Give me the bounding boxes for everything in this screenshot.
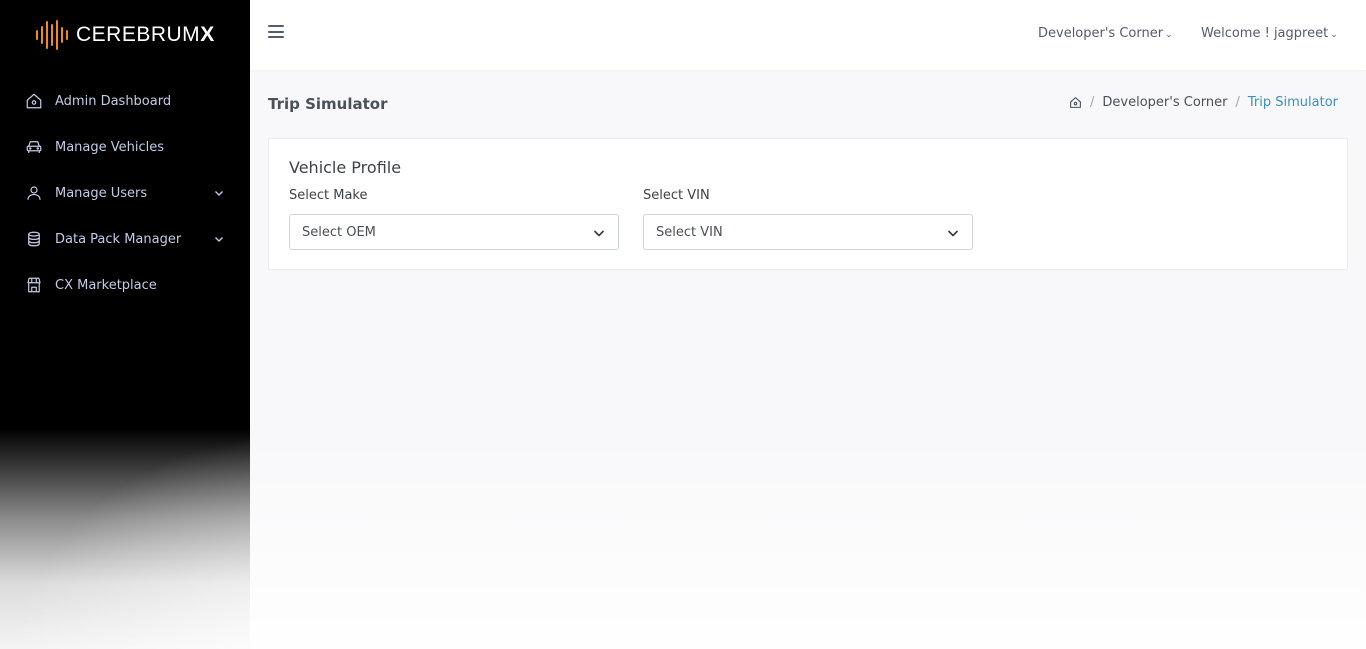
select-vin-label: Select VIN xyxy=(643,188,710,203)
sidebar-item-label: Manage Vehicles xyxy=(55,139,165,155)
sidebar-item-label: Manage Users xyxy=(55,185,148,201)
chevron-down-icon xyxy=(215,237,223,242)
breadcrumb-separator: / xyxy=(1235,95,1240,110)
vehicle-profile-card: Vehicle Profile Select Make Select OEM S… xyxy=(268,138,1348,270)
store-icon xyxy=(25,276,43,294)
card-title: Vehicle Profile xyxy=(289,158,402,177)
home-icon xyxy=(25,92,43,110)
select-make-dropdown[interactable]: Select OEM xyxy=(289,214,619,250)
page-title: Trip Simulator xyxy=(268,95,388,113)
sidebar-nav: Admin Dashboard Manage Vehicles Manage U… xyxy=(0,78,250,308)
user-menu-label: Welcome ! jagpreet xyxy=(1201,26,1329,41)
menu-toggle-icon[interactable] xyxy=(268,25,284,41)
sidebar-item-data-pack-manager[interactable]: Data Pack Manager xyxy=(0,216,250,262)
select-make-value: Select OEM xyxy=(302,224,376,240)
select-vin-value: Select VIN xyxy=(656,224,723,240)
topbar: Developer's Corner ⌄ Welcome ! jagpreet ⌄ xyxy=(250,0,1366,70)
breadcrumb-item-active: Trip Simulator xyxy=(1247,95,1338,110)
chevron-down-icon: ⌄ xyxy=(1330,30,1338,40)
user-menu-dropdown[interactable]: Welcome ! jagpreet ⌄ xyxy=(1201,26,1338,41)
breadcrumb-item[interactable]: Developer's Corner xyxy=(1102,95,1227,110)
logo-text: CEREBRUMX xyxy=(76,23,215,46)
sidebar-item-label: Admin Dashboard xyxy=(55,93,172,109)
select-vin-dropdown[interactable]: Select VIN xyxy=(643,214,973,250)
sidebar-item-admin-dashboard[interactable]: Admin Dashboard xyxy=(0,78,250,124)
chevron-down-icon: ⌄ xyxy=(1165,30,1173,40)
brand-logo[interactable]: CEREBRUMX xyxy=(36,18,215,52)
logo-mark-icon xyxy=(36,20,68,50)
sidebar-item-label: Data Pack Manager xyxy=(55,231,182,247)
sidebar-item-manage-users[interactable]: Manage Users xyxy=(0,170,250,216)
developers-corner-label: Developer's Corner xyxy=(1038,26,1164,41)
car-icon xyxy=(25,138,43,156)
sidebar: CEREBRUMX Admin Dashboard Manage Vehicle… xyxy=(0,0,250,649)
chevron-down-icon xyxy=(215,191,223,196)
sidebar-item-label: CX Marketplace xyxy=(55,277,157,293)
user-icon xyxy=(25,184,43,202)
home-icon[interactable] xyxy=(1069,96,1082,109)
developers-corner-dropdown[interactable]: Developer's Corner ⌄ xyxy=(1038,26,1173,41)
breadcrumb: / Developer's Corner / Trip Simulator xyxy=(1069,95,1338,110)
select-make-label: Select Make xyxy=(289,188,368,203)
database-icon xyxy=(25,230,43,248)
chevron-down-icon xyxy=(947,230,959,237)
sidebar-item-cx-marketplace[interactable]: CX Marketplace xyxy=(0,262,250,308)
breadcrumb-separator: / xyxy=(1090,95,1095,110)
sidebar-fade xyxy=(0,430,250,649)
chevron-down-icon xyxy=(593,230,605,237)
content-fade xyxy=(250,430,1366,649)
sidebar-item-manage-vehicles[interactable]: Manage Vehicles xyxy=(0,124,250,170)
